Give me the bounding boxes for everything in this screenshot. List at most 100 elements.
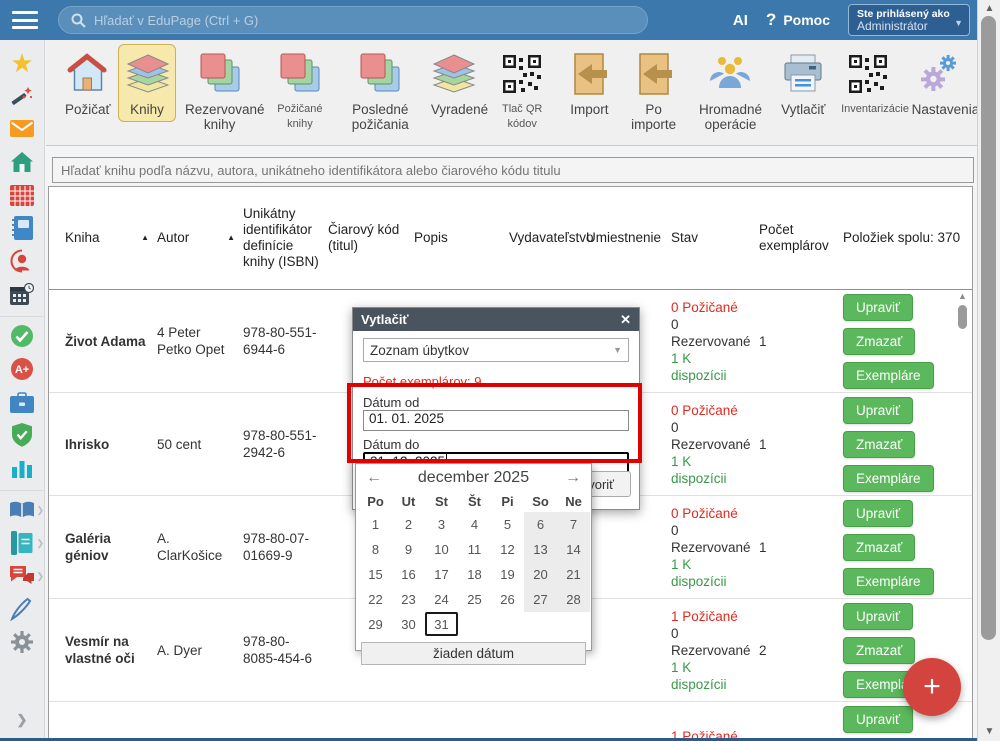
calendar-day-14[interactable]: 14 — [557, 537, 590, 562]
scroll-up-icon[interactable]: ▲ — [955, 291, 970, 301]
upravi--button[interactable]: Upraviť — [843, 706, 913, 733]
page-scrollbar[interactable]: ▲ ▼ — [977, 0, 1000, 741]
sidebar-item-home[interactable] — [7, 147, 37, 177]
upravi--button[interactable]: Upraviť — [843, 294, 913, 321]
calendar-day-30[interactable]: 30 — [392, 612, 425, 637]
sidebar-item-documents[interactable]: ❯ — [7, 528, 37, 558]
column-header[interactable]: Kniha▲ — [65, 187, 157, 289]
sidebar-expand-button[interactable]: ❯ — [7, 705, 37, 735]
sidebar-item-settings[interactable] — [7, 627, 37, 657]
sidebar-item-sign[interactable] — [7, 594, 37, 624]
user-name: Administrátor — [857, 20, 951, 33]
help-button[interactable]: ?Pomoc — [766, 10, 830, 30]
calendar-day-24[interactable]: 24 — [425, 587, 458, 612]
zmaza--button[interactable]: Zmazať — [843, 637, 915, 664]
calendar-day-22[interactable]: 22 — [359, 587, 392, 612]
calendar-day-empty — [524, 612, 557, 637]
zmaza--button[interactable]: Zmazať — [843, 534, 915, 561]
sidebar-item-wizard[interactable] — [7, 81, 37, 111]
zmaza--button[interactable]: Zmazať — [843, 431, 915, 458]
sidebar-item-classbook[interactable] — [7, 213, 37, 243]
no-date-button[interactable]: žiaden dátum — [361, 642, 586, 665]
upravi--button[interactable]: Upraviť — [843, 603, 913, 630]
sidebar-item-security[interactable] — [7, 420, 37, 450]
toolbar-item-hromadn-oper-cie[interactable]: Hromadné operácie — [689, 44, 772, 137]
calendar-day-11[interactable]: 11 — [458, 537, 491, 562]
calendar-day-16[interactable]: 16 — [392, 562, 425, 587]
calendar-day-12[interactable]: 12 — [491, 537, 524, 562]
page-scrollbar-thumb[interactable] — [981, 16, 996, 640]
close-icon[interactable]: ✕ — [620, 312, 631, 328]
sidebar-item-results[interactable] — [7, 453, 37, 483]
calendar-day-5[interactable]: 5 — [491, 512, 524, 537]
toolbar-item-vytla-i-[interactable]: Vytlačiť — [774, 44, 832, 122]
scroll-down-icon[interactable]: ▼ — [978, 726, 1000, 737]
calendar-day-15[interactable]: 15 — [359, 562, 392, 587]
menu-icon[interactable] — [12, 11, 38, 29]
toolbar-item-nastavenia[interactable]: Nastavenia — [905, 44, 973, 122]
calendar-day-20[interactable]: 20 — [524, 562, 557, 587]
calendar-day-1[interactable]: 1 — [359, 512, 392, 537]
calendar-day-9[interactable]: 9 — [392, 537, 425, 562]
toolbar-item-rezervovan-knihy[interactable]: Rezervované knihy — [178, 44, 261, 137]
calendar-day-7[interactable]: 7 — [557, 512, 590, 537]
toolbar-item-inventariz-cie[interactable]: Inventarizácie — [834, 44, 903, 122]
scroll-up-icon[interactable]: ▲ — [978, 3, 1000, 14]
calendar-day-27[interactable]: 27 — [524, 587, 557, 612]
upravi--button[interactable]: Upraviť — [843, 397, 913, 424]
toolbar-item-posledn-po-i-ania[interactable]: Posledné požičania — [339, 44, 422, 137]
book-filter-input[interactable] — [52, 157, 974, 183]
copies-count-text: Počet exemplárov: 9 — [363, 374, 629, 389]
column-header[interactable]: Autor▲ — [157, 187, 243, 289]
sidebar-item-grades[interactable]: A+ — [7, 354, 37, 384]
toolbar-item-tla-qr-k-dov[interactable]: Tlač QR kódov — [486, 44, 559, 137]
sidebar-item-agenda[interactable] — [7, 387, 37, 417]
calendar-day-28[interactable]: 28 — [557, 587, 590, 612]
sidebar-item-communication[interactable]: ❯ — [7, 561, 37, 591]
sidebar-item-library[interactable]: ❯ — [7, 495, 37, 525]
add-book-fab[interactable]: + — [903, 658, 961, 716]
sidebar-item-profile[interactable] — [7, 246, 37, 276]
sidebar-item-messages-mail[interactable] — [7, 114, 37, 144]
calendar-day-17[interactable]: 17 — [425, 562, 458, 587]
calendar-day-2[interactable]: 2 — [392, 512, 425, 537]
global-search-input[interactable]: Hľadať v EduPage (Ctrl + G) — [58, 6, 648, 34]
calendar-day-31[interactable]: 31 — [425, 612, 458, 636]
calendar-day-4[interactable]: 4 — [458, 512, 491, 537]
toolbar-item-po-importe[interactable]: Po importe — [620, 44, 687, 137]
calendar-day-13[interactable]: 13 — [524, 537, 557, 562]
toolbar-item-import[interactable]: Import — [560, 44, 618, 122]
date-from-input[interactable]: 01. 01. 2025 — [363, 410, 629, 431]
toolbar-item-vyraden-[interactable]: Vyradené — [424, 44, 484, 122]
calendar-day-21[interactable]: 21 — [557, 562, 590, 587]
calendar-day-18[interactable]: 18 — [458, 562, 491, 587]
report-type-select[interactable]: Zoznam úbytkov ▼ — [363, 338, 629, 362]
calendar-day-8[interactable]: 8 — [359, 537, 392, 562]
exempl-re-button[interactable]: Exempláre — [843, 362, 934, 389]
toolbar-item-knihy[interactable]: Knihy — [118, 44, 176, 122]
calendar-day-3[interactable]: 3 — [425, 512, 458, 537]
sidebar-item-timetable[interactable] — [7, 180, 37, 210]
calendar-prev-icon[interactable]: ← — [359, 469, 389, 487]
ai-button[interactable]: AI — [733, 12, 748, 29]
calendar-day-19[interactable]: 19 — [491, 562, 524, 587]
zmaza--button[interactable]: Zmazať — [843, 328, 915, 355]
logged-in-user-menu[interactable]: Ste prihlásený ako Administrátor ▼ — [848, 4, 970, 36]
exempl-re-button[interactable]: Exempláre — [843, 568, 934, 595]
exempl-re-button[interactable]: Exempláre — [843, 465, 934, 492]
calendar-next-icon[interactable]: → — [558, 469, 588, 487]
calendar-day-6[interactable]: 6 — [524, 512, 557, 537]
toolbar-item-po-i-a-[interactable]: Požičať — [58, 44, 116, 122]
upravi--button[interactable]: Upraviť — [843, 500, 913, 527]
calendar-day-10[interactable]: 10 — [425, 537, 458, 562]
sidebar-item-schedule[interactable] — [7, 279, 37, 309]
calendar-dow: So — [524, 490, 557, 512]
calendar-day-29[interactable]: 29 — [359, 612, 392, 637]
sidebar-item-attendance[interactable] — [7, 321, 37, 351]
calendar-day-26[interactable]: 26 — [491, 587, 524, 612]
sidebar-item-favorites[interactable]: ★ — [7, 48, 37, 78]
calendar-day-25[interactable]: 25 — [458, 587, 491, 612]
toolbar-item-po-i-an-knihy[interactable]: Požičané knihy — [263, 44, 337, 137]
calendar-day-23[interactable]: 23 — [392, 587, 425, 612]
table-scrollbar-thumb[interactable] — [958, 305, 967, 329]
